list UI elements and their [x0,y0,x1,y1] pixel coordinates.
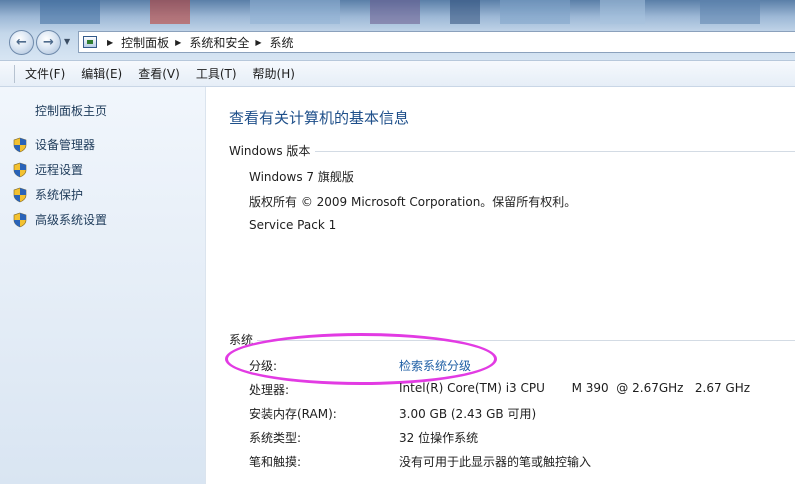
sidebar-item-label: 远程设置 [35,163,84,177]
background-glass-tile [370,0,420,24]
arrow-left-icon: ← [16,35,27,50]
window-titlebar: ← → ▼ ▶ 控制面板 ▶ 系统和安全 ▶ 系统 [0,0,795,60]
breadcrumb-system-and-security[interactable]: 系统和安全 [189,34,249,51]
control-panel-icon [83,36,97,48]
main-content: 查看有关计算机的基本信息 Windows 版本 Windows 7 旗舰版 版权… [207,87,795,484]
processor-value: Intel(R) Core(TM) i3 CPU M 390 @ 2.67GHz… [399,381,751,395]
arrow-right-icon: → [43,35,54,50]
sidebar-item-advanced-settings[interactable]: 高级系统设置 [12,211,107,228]
shield-icon [12,212,28,228]
background-glass-tile [500,0,570,24]
chevron-right-icon[interactable]: ▶ [107,38,113,47]
processor-label: 处理器: [249,383,290,397]
system-type-value: 32 位操作系统 [399,431,479,445]
back-button[interactable]: ← [9,30,34,55]
chevron-right-icon[interactable]: ▶ [175,38,181,47]
service-pack: Service Pack 1 [249,218,337,232]
sidebar-item-label: 设备管理器 [35,138,96,152]
sidebar-home-link[interactable]: 控制面板主页 [35,102,107,119]
rating-label: 分级: [249,359,278,373]
sidebar-item-device-manager[interactable]: 设备管理器 [12,136,95,153]
menu-edit[interactable]: 编辑(E) [81,65,122,82]
breadcrumb-system[interactable]: 系统 [270,34,294,51]
copyright-notice: 版权所有 © 2009 Microsoft Corporation。保留所有权利… [249,195,577,209]
windows-edition: Windows 7 旗舰版 [249,170,354,184]
background-glass-tile [600,0,645,24]
pen-touch-value: 没有可用于此显示器的笔或触控输入 [399,455,592,469]
chevron-down-icon: ▼ [64,37,71,46]
windows-edition-header: Windows 版本 [229,144,311,158]
rating-link[interactable]: 检索系统分级 [399,357,471,374]
address-bar[interactable]: ▶ 控制面板 ▶ 系统和安全 ▶ 系统 [78,31,795,53]
menu-bar: 文件(F) 编辑(E) 查看(V) 工具(T) 帮助(H) [0,60,795,87]
pen-touch-label: 笔和触摸: [249,455,302,469]
section-divider [315,151,795,152]
background-glass-tile [700,0,760,24]
background-glass-tile [40,0,100,24]
menu-divider [14,64,15,83]
sidebar-item-system-protection[interactable]: 系统保护 [12,186,83,203]
shield-icon [12,187,28,203]
shield-icon [12,162,28,178]
sidebar-item-label: 系统保护 [35,188,84,202]
forward-button[interactable]: → [36,30,61,55]
page-title: 查看有关计算机的基本信息 [229,109,410,127]
menu-view[interactable]: 查看(V) [138,65,180,82]
chevron-right-icon[interactable]: ▶ [255,38,261,47]
sidebar-item-remote-settings[interactable]: 远程设置 [12,161,83,178]
background-glass-tile [450,0,480,24]
menu-file[interactable]: 文件(F) [25,65,65,82]
breadcrumb-control-panel[interactable]: 控制面板 [121,34,169,51]
sidebar-item-label: 高级系统设置 [35,213,108,227]
shield-icon [12,137,28,153]
recent-pages-dropdown[interactable]: ▼ [64,37,70,46]
sidebar: 控制面板主页 设备管理器 远程设置 系统保护 高级系统设置 [0,87,206,484]
menu-tools[interactable]: 工具(T) [196,65,237,82]
background-glass-tile [250,0,340,24]
system-type-label: 系统类型: [249,431,302,445]
menu-help[interactable]: 帮助(H) [253,65,295,82]
background-glass-tile [150,0,190,24]
ram-value: 3.00 GB (2.43 GB 可用) [399,407,537,421]
ram-label: 安装内存(RAM): [249,407,337,421]
